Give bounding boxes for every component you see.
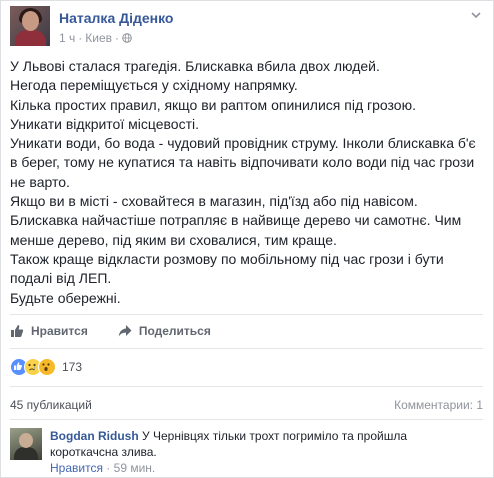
divider <box>10 314 483 315</box>
like-button[interactable]: Нравится <box>10 322 88 340</box>
divider <box>10 419 483 420</box>
chevron-down-icon[interactable] <box>469 8 483 22</box>
divider <box>10 386 483 387</box>
reactions-summary[interactable]: 173 <box>10 358 82 376</box>
author-name[interactable]: Наталка Діденко <box>59 10 173 26</box>
meta-separator-2: · <box>115 31 120 45</box>
author-avatar[interactable] <box>10 6 50 46</box>
post-meta: 1 ч · Киев · <box>59 31 132 45</box>
post-text: У Львові сталася трагедія. Блискавка вби… <box>10 57 485 308</box>
meta-separator: · <box>78 31 83 45</box>
post-paragraph: Уникати відкритої місцевості. <box>10 115 199 132</box>
comments-count[interactable]: Комментарии: 1 <box>394 398 483 412</box>
post-paragraph: Якщо ви в місті - сховайтеся в магазин, … <box>10 193 418 210</box>
commenter-avatar[interactable] <box>10 428 42 460</box>
post-location[interactable]: Киев <box>85 31 112 45</box>
post-paragraph: Кілька простих правил, якщо ви раптом оп… <box>10 96 416 113</box>
wow-reaction-icon <box>38 358 56 376</box>
globe-icon[interactable] <box>122 33 132 43</box>
share-arrow-icon <box>118 325 132 337</box>
post-time[interactable]: 1 ч <box>59 31 75 45</box>
post-actions: Нравится Поделиться <box>10 322 211 340</box>
post-paragraph: Блискавка найчастіше потрапляє в найвище… <box>10 212 462 248</box>
commenter-name[interactable]: Bogdan Ridush <box>50 429 139 443</box>
post-paragraph: Негода переміщується у східному напрямку… <box>10 77 298 94</box>
reaction-count[interactable]: 173 <box>62 360 82 374</box>
post-header: Наталка Діденко 1 ч · Киев · <box>10 4 483 48</box>
comment-body: Bogdan Ridush У Чернівцях тільки трохт п… <box>50 428 460 460</box>
divider <box>10 348 483 349</box>
comment-item: Bogdan Ridush У Чернівцях тільки трохт п… <box>10 426 483 476</box>
shares-count[interactable]: 45 публикаций <box>10 398 92 412</box>
post-paragraph: Також краще відкласти розмову по мобільн… <box>10 250 444 287</box>
thumbs-up-icon <box>11 325 24 337</box>
comment-meta-separator: · <box>106 461 111 475</box>
share-button-label: Поделиться <box>138 324 211 338</box>
share-button[interactable]: Поделиться <box>118 322 211 340</box>
comment-meta: Нравится · 59 мин. <box>50 461 155 475</box>
comment-time[interactable]: 59 мин. <box>114 461 156 475</box>
like-button-label: Нравится <box>31 324 88 338</box>
post-paragraph: У Львові сталася трагедія. Блискавка вби… <box>10 58 380 74</box>
post-paragraph: Будьте обережні. <box>10 289 121 306</box>
post-card: Наталка Діденко 1 ч · Киев · У Львові ст… <box>0 0 494 478</box>
comment-like-link[interactable]: Нравится <box>50 461 103 475</box>
post-paragraph: Уникати води, бо вода - чудовий провідни… <box>10 135 476 190</box>
